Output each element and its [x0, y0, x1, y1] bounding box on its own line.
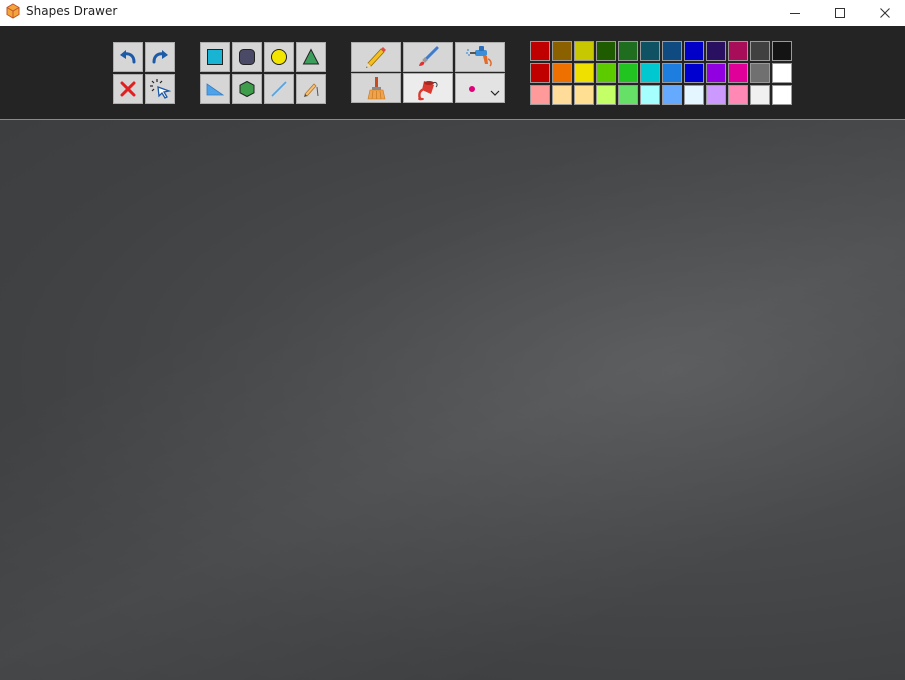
color-swatch[interactable] [728, 85, 748, 105]
window-title: Shapes Drawer [26, 4, 118, 18]
redo-icon [149, 47, 171, 67]
color-swatch[interactable] [684, 41, 704, 61]
brush-icon [415, 45, 441, 69]
color-swatch[interactable] [772, 41, 792, 61]
spray-tool-button[interactable] [455, 42, 505, 72]
close-button[interactable] [862, 0, 905, 26]
line-icon [270, 80, 288, 98]
delete-x-icon [118, 79, 138, 99]
hexagon-tool-button[interactable] [232, 74, 262, 104]
right-triangle-tool-button[interactable] [200, 74, 230, 104]
broom-icon [364, 75, 388, 101]
color-swatch[interactable] [662, 41, 682, 61]
color-swatch[interactable] [596, 63, 616, 83]
drawing-canvas[interactable] [0, 120, 905, 680]
paint-bucket-icon [415, 75, 441, 101]
color-swatch[interactable] [618, 63, 638, 83]
close-icon [879, 7, 891, 19]
color-swatch[interactable] [574, 63, 594, 83]
color-swatch[interactable] [552, 85, 572, 105]
select-button[interactable] [145, 74, 175, 104]
redo-button[interactable] [145, 42, 175, 72]
square-icon [206, 48, 224, 66]
brush-size-dropdown[interactable] [455, 73, 505, 103]
chevron-down-icon [490, 84, 500, 102]
select-cursor-icon [149, 78, 171, 100]
color-swatch[interactable] [662, 85, 682, 105]
clear-tool-button[interactable] [351, 73, 401, 103]
color-swatch[interactable] [574, 41, 594, 61]
line-tool-button[interactable] [264, 74, 294, 104]
color-swatch[interactable] [706, 85, 726, 105]
title-bar: Shapes Drawer [0, 0, 905, 26]
pencil-tool-button[interactable] [351, 42, 401, 72]
color-swatch[interactable] [596, 85, 616, 105]
spray-gun-icon [466, 45, 494, 69]
square-tool-button[interactable] [200, 42, 230, 72]
color-swatch[interactable] [684, 63, 704, 83]
brush-size-dot-icon [469, 86, 475, 92]
undo-icon [117, 47, 139, 67]
circle-icon [270, 48, 288, 66]
color-swatch[interactable] [552, 41, 572, 61]
maximize-button[interactable] [817, 0, 863, 26]
color-swatch[interactable] [706, 41, 726, 61]
right-triangle-icon [205, 80, 225, 98]
color-swatch[interactable] [728, 41, 748, 61]
pencil-line-icon [301, 79, 321, 99]
color-swatch[interactable] [772, 85, 792, 105]
maximize-icon [834, 7, 846, 19]
brush-tool-button[interactable] [403, 42, 453, 72]
color-swatch[interactable] [684, 85, 704, 105]
color-swatch[interactable] [552, 63, 572, 83]
minimize-button[interactable] [772, 0, 818, 26]
color-swatch[interactable] [530, 63, 550, 83]
rounded-square-icon [238, 48, 256, 66]
triangle-tool-button[interactable] [296, 42, 326, 72]
rounded-square-tool-button[interactable] [232, 42, 262, 72]
color-swatch[interactable] [530, 41, 550, 61]
fill-tool-button[interactable] [403, 73, 453, 103]
delete-button[interactable] [113, 74, 143, 104]
color-swatch[interactable] [662, 63, 682, 83]
color-swatch[interactable] [640, 41, 660, 61]
pencil-icon [363, 45, 389, 69]
color-swatch[interactable] [750, 85, 770, 105]
color-swatch[interactable] [574, 85, 594, 105]
color-swatch[interactable] [640, 85, 660, 105]
color-swatch[interactable] [640, 63, 660, 83]
color-swatch[interactable] [772, 63, 792, 83]
color-swatch[interactable] [750, 63, 770, 83]
minimize-icon [789, 7, 801, 19]
color-swatch[interactable] [596, 41, 616, 61]
hexagon-icon [238, 80, 256, 98]
color-swatch[interactable] [530, 85, 550, 105]
circle-tool-button[interactable] [264, 42, 294, 72]
color-swatch[interactable] [706, 63, 726, 83]
app-cube-icon [5, 3, 21, 19]
color-swatch[interactable] [750, 41, 770, 61]
color-swatch[interactable] [618, 41, 638, 61]
color-swatch[interactable] [728, 63, 748, 83]
toolbar [0, 26, 905, 120]
freehand-tool-button[interactable] [296, 74, 326, 104]
color-swatch[interactable] [618, 85, 638, 105]
undo-button[interactable] [113, 42, 143, 72]
triangle-icon [302, 48, 320, 66]
